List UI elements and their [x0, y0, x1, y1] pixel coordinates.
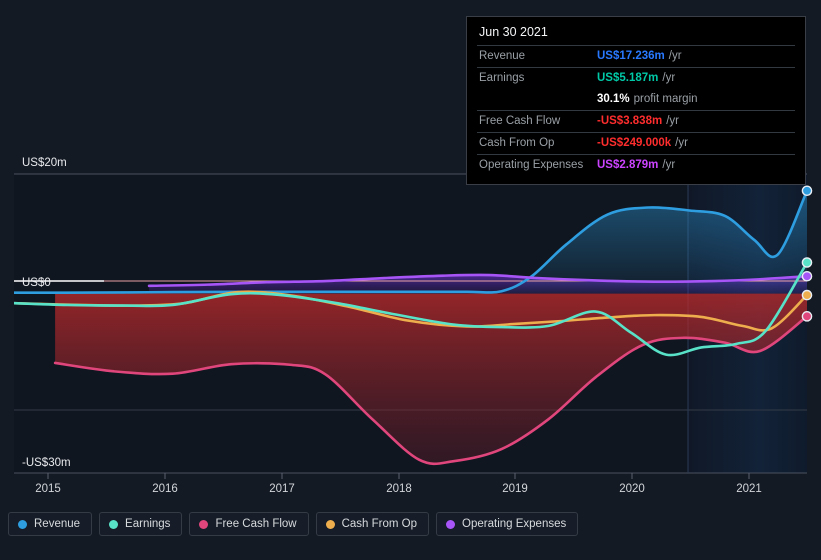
y-axis-label-zero: US$0 — [22, 277, 51, 289]
tooltip-row-label: Earnings — [479, 72, 525, 84]
chart-legend[interactable]: Revenue Earnings Free Cash Flow Cash From O… — [8, 512, 579, 536]
legend-item-earnings[interactable]: Earnings — [99, 512, 183, 536]
endpoint-marker-earnings[interactable] — [801, 257, 813, 268]
legend-item-label: Revenue — [34, 518, 81, 530]
x-tick-2019: 2019 — [502, 483, 528, 495]
y-axis-label-top: US$20m — [22, 157, 67, 169]
tooltip-row-value: -US$249.000k — [597, 137, 672, 149]
legend-color-dot-icon — [18, 519, 27, 529]
legend-color-dot-icon — [199, 519, 209, 529]
legend-item-label: Earnings — [125, 518, 171, 530]
x-tick-2018: 2018 — [386, 483, 412, 495]
tooltip-row: Operating Expenses US$2.879m/yr — [477, 154, 795, 176]
tooltip-row-unit: /yr — [662, 72, 676, 84]
tooltip-row: Earnings US$5.187m/yr — [477, 67, 795, 89]
legend-item-revenue[interactable]: Revenue — [8, 512, 93, 536]
x-tick-2015: 2015 — [35, 483, 61, 495]
tooltip-row: 30.1% profit margin — [477, 89, 795, 110]
tooltip-row-label: Operating Expenses — [479, 159, 584, 171]
tooltip-row-value: US$17.236m — [597, 50, 665, 62]
endpoint-marker-revenue[interactable] — [801, 185, 813, 197]
legend-item-cash-from-op[interactable]: Cash From Op — [315, 512, 430, 536]
legend-item-free-cash-flow[interactable]: Free Cash Flow — [189, 512, 309, 536]
tooltip-row-value: -US$3.838m — [597, 115, 663, 127]
tooltip-row: Revenue US$17.236m/yr — [477, 45, 795, 67]
tooltip-rows: Revenue US$17.236m/yr Earnings US$5.187m/yr… — [477, 45, 795, 176]
tooltip-row-label: Revenue — [479, 50, 526, 62]
tooltip-row-value: 30.1% — [597, 93, 630, 105]
chart-screenshot: US$20m US$0 -US$30m 2015 2016 2017 2018 … — [0, 0, 821, 560]
tooltip-row-value: US$5.187m — [597, 72, 659, 84]
tooltip-row-unit: /yr — [662, 159, 676, 171]
legend-item-label: Operating Expenses — [462, 518, 567, 530]
legend-item-label: Free Cash Flow — [215, 518, 297, 530]
tooltip-date: Jun 30 2021 — [479, 25, 548, 39]
tooltip-row-label: Free Cash Flow — [479, 115, 561, 127]
tooltip-row-unit: /yr — [668, 50, 682, 62]
tooltip-row-unit: /yr — [666, 115, 679, 127]
x-tick-2020: 2020 — [619, 483, 645, 495]
endpoint-marker-cash-from-op[interactable] — [801, 289, 813, 301]
endpoint-marker-free-cash-flow[interactable] — [801, 311, 813, 322]
x-tick-2021: 2021 — [736, 483, 762, 495]
endpoint-marker-operating-expenses[interactable] — [801, 270, 813, 282]
legend-color-dot-icon — [109, 519, 119, 529]
tooltip-row-value: US$2.879m — [597, 159, 659, 171]
tooltip-row-unit: profit margin — [633, 93, 698, 105]
tooltip-row-label: Cash From Op — [479, 137, 555, 149]
x-tick-2016: 2016 — [152, 483, 178, 495]
tooltip-row-unit: /yr — [675, 137, 688, 149]
data-tooltip: Jun 30 2021 Revenue US$17.236m/yr Earnings… — [466, 16, 806, 185]
legend-color-dot-icon — [325, 519, 335, 529]
tooltip-row: Free Cash Flow -US$3.838m/yr — [477, 110, 795, 132]
legend-color-dot-icon — [446, 519, 456, 529]
x-tick-2017: 2017 — [269, 483, 295, 495]
y-axis-label-bottom: -US$30m — [22, 457, 71, 469]
legend-item-label: Cash From Op — [341, 518, 418, 530]
tooltip-row: Cash From Op -US$249.000k/yr — [477, 132, 795, 154]
legend-item-operating-expenses[interactable]: Operating Expenses — [436, 512, 579, 536]
